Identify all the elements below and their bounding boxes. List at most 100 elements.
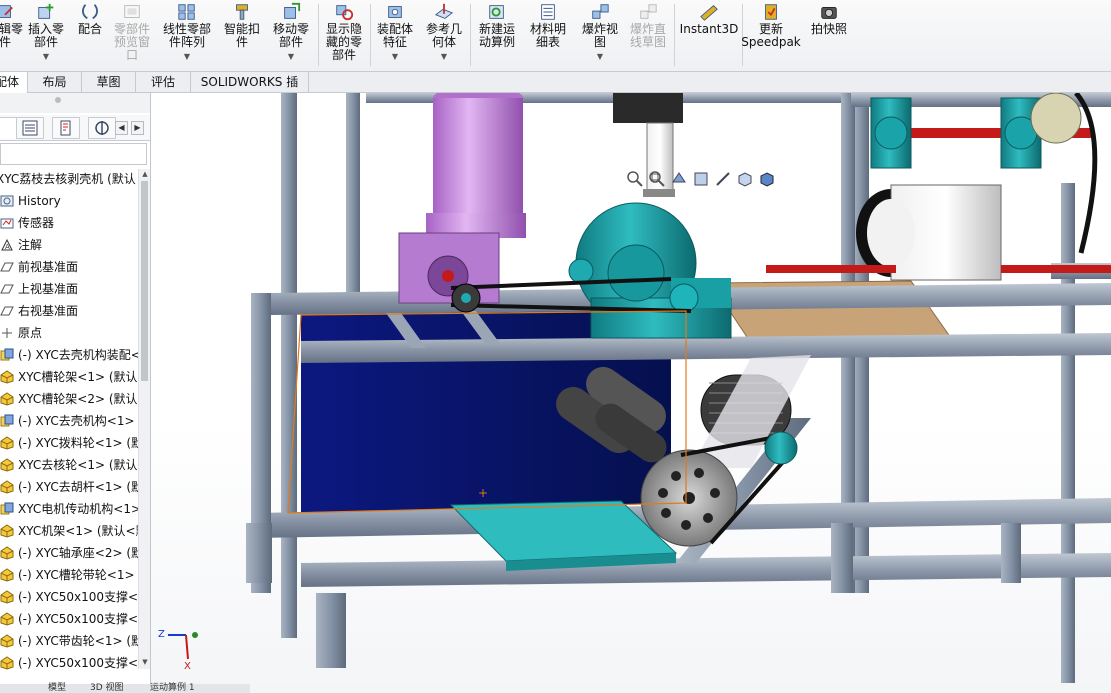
- tree-item[interactable]: (-) XYC去壳机构装配<: [0, 345, 140, 365]
- assembly-features-button[interactable]: 装配体 特征 ▼: [372, 0, 418, 70]
- part-icon: [0, 436, 14, 450]
- bom-icon: [541, 4, 555, 20]
- tab-sketch[interactable]: 草图: [82, 72, 136, 93]
- part-icon: [0, 458, 14, 472]
- tree-item-label: (-) XYC50x100支撑<6: [18, 656, 140, 670]
- component-preview-button[interactable]: 零部件 预览窗 口: [108, 0, 156, 70]
- tree-item[interactable]: (-) XYC拨料轮<1> (默: [0, 433, 140, 453]
- dimxpert-tab[interactable]: [88, 117, 116, 139]
- dropdown-caret-icon[interactable]: ▼: [184, 50, 190, 63]
- dimxpert-icon: [95, 121, 109, 135]
- bottom-tab-model[interactable]: 模型: [48, 684, 66, 693]
- graphics-viewport[interactable]: + Z X: [151, 93, 1111, 693]
- smart-fasteners-button[interactable]: 智能扣 件: [218, 0, 266, 70]
- zoom-to-fit-icon[interactable]: [626, 170, 644, 188]
- part-icon: [0, 524, 14, 538]
- bottom-tab-3d-views[interactable]: 3D 视图: [90, 684, 124, 693]
- tree-item[interactable]: (-) XYC去胡杆<1> (默: [0, 477, 140, 497]
- teal-small-pulley: [669, 283, 699, 313]
- tree-item[interactable]: (-) XYC槽轮带轮<1>: [0, 565, 140, 585]
- zoom-to-area-icon[interactable]: [648, 170, 666, 188]
- tree-item[interactable]: XYC去核轮<1> (默认: [0, 455, 140, 475]
- tree-item[interactable]: (-) XYC50x100支撑<4: [0, 587, 140, 607]
- take-snapshot-button[interactable]: 拍快照: [806, 0, 852, 70]
- selection-center-marker: +: [478, 486, 488, 500]
- tree-item-label: XYC槽轮架<2> (默认: [18, 392, 138, 406]
- edit-component-button[interactable]: 编辑零 件: [0, 0, 24, 70]
- tree-item[interactable]: (-) XYC去壳机构<1>: [0, 411, 140, 431]
- configuration-manager-tab[interactable]: [52, 117, 80, 139]
- scroll-up-arrow[interactable]: ▲: [140, 169, 150, 179]
- tree-item[interactable]: (-) XYC50x100支撑<6: [0, 653, 140, 673]
- tree-item[interactable]: A 注解: [0, 235, 140, 255]
- tab-assembly[interactable]: 装配体: [0, 72, 28, 93]
- part-icon: [0, 480, 14, 494]
- tree-item[interactable]: 前视基准面: [0, 257, 140, 277]
- tree-item[interactable]: 原点: [0, 323, 140, 343]
- bottom-tab-motion-study[interactable]: 运动算例 1: [150, 684, 195, 693]
- tree-item[interactable]: XYC电机传动机构<1>: [0, 499, 140, 519]
- tab-solidworks-addins[interactable]: SOLIDWORKS 插件: [191, 72, 309, 109]
- mate-label: 配合: [77, 22, 102, 36]
- explode-line-sketch-button[interactable]: 爆炸直 线草图: [624, 0, 672, 70]
- tree-item-label: 原点: [18, 326, 43, 340]
- tree-item[interactable]: 右视基准面: [0, 301, 140, 321]
- tree-item[interactable]: 上视基准面: [0, 279, 140, 299]
- plane-icon: [0, 262, 14, 272]
- scroll-down-arrow[interactable]: ▼: [140, 657, 150, 667]
- tree-item-label: (-) XYC50x100支撑<5: [18, 612, 140, 626]
- tree-item[interactable]: (-) XYC轴承座<2> (默: [0, 543, 140, 563]
- tree-scrollbar[interactable]: ▲ ▼: [138, 169, 150, 669]
- panel-grip[interactable]: [0, 93, 150, 113]
- tree-item-label: 上视基准面: [18, 282, 79, 296]
- reference-geometry-button[interactable]: 参考几 何体 ▼: [420, 0, 468, 70]
- show-hidden-button[interactable]: 显示隐 藏的零 部件: [320, 0, 368, 70]
- section-view-icon[interactable]: [692, 170, 710, 188]
- panel-tab-prev-arrow[interactable]: ◀: [115, 121, 128, 135]
- exploded-view-icon: [592, 4, 609, 19]
- previous-view-icon[interactable]: [670, 170, 688, 188]
- move-component-button[interactable]: 移动零 部件 ▼: [266, 0, 316, 70]
- tree-item[interactable]: XYC机架<1> (默认<默: [0, 521, 140, 541]
- feature-manager-panel: ◀ ▶ XYC荔枝去核剥壳机 (默认 History 传感器 A 注解 前视基准面…: [0, 93, 151, 693]
- dropdown-caret-icon[interactable]: ▼: [392, 50, 398, 63]
- edit-component-label: 编辑零 件: [0, 22, 23, 49]
- tree-item[interactable]: (-) XYC50x100支撑<5: [0, 609, 140, 629]
- tree-item[interactable]: 传感器: [0, 213, 140, 233]
- mate-icon: [82, 4, 98, 20]
- exploded-view-button[interactable]: 爆炸视 图 ▼: [576, 0, 624, 70]
- panel-tab-next-arrow[interactable]: ▶: [131, 121, 144, 135]
- bill-of-materials-button[interactable]: 材料明 细表: [524, 0, 572, 70]
- dropdown-caret-icon[interactable]: ▼: [43, 50, 49, 63]
- dynamic-annotation-icon[interactable]: [714, 170, 732, 188]
- take-snapshot-label: 拍快照: [810, 22, 847, 36]
- tree-item[interactable]: (-) XYC带齿轮<1> (默: [0, 631, 140, 651]
- instant3d-button[interactable]: Instant3D: [678, 0, 740, 70]
- tree-filter-input[interactable]: [0, 143, 147, 165]
- dropdown-caret-icon[interactable]: ▼: [288, 50, 294, 63]
- display-style-icon[interactable]: [758, 170, 776, 188]
- view-orientation-icon[interactable]: [736, 170, 754, 188]
- frame-post-right: [1061, 183, 1075, 683]
- explode-line-icon: [640, 4, 657, 19]
- new-motion-study-button[interactable]: 新建运 动算例: [473, 0, 521, 70]
- linear-pattern-button[interactable]: 线性零部 件阵列 ▼: [157, 0, 217, 70]
- history-icon: [0, 195, 14, 207]
- insert-component-button[interactable]: 插入零 部件 ▼: [22, 0, 70, 70]
- lower-idler-pulley: [764, 431, 798, 465]
- scroll-thumb[interactable]: [141, 181, 148, 381]
- tree-item[interactable]: XYC槽轮架<2> (默认: [0, 389, 140, 409]
- move-component-icon: [284, 2, 301, 19]
- update-speedpak-button[interactable]: 更新 Speedpak: [740, 0, 802, 70]
- property-manager-tab[interactable]: [16, 117, 44, 139]
- dropdown-caret-icon[interactable]: ▼: [441, 50, 447, 63]
- dropdown-caret-icon[interactable]: ▼: [597, 50, 603, 63]
- tab-evaluate[interactable]: 评估: [136, 72, 191, 93]
- part-icon: [0, 568, 14, 582]
- tree-item-label: History: [18, 194, 61, 208]
- mate-button[interactable]: 配合: [72, 0, 108, 70]
- tab-layout[interactable]: 布局: [28, 72, 82, 93]
- tree-item[interactable]: History: [0, 191, 140, 211]
- tree-item[interactable]: XYC槽轮架<1> (默认: [0, 367, 140, 387]
- tree-root-assembly[interactable]: XYC荔枝去核剥壳机 (默认: [0, 169, 140, 189]
